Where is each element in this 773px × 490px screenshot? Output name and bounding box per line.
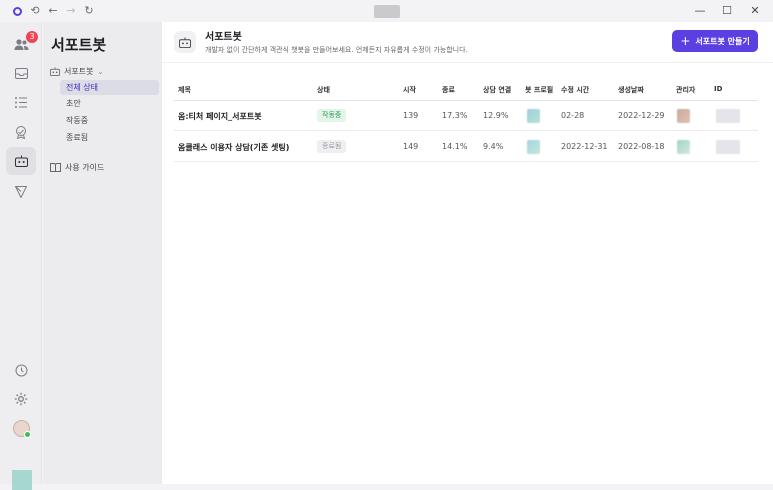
bot-profile-image [527, 109, 540, 123]
workspace-avatar[interactable] [12, 470, 32, 490]
column-header-id[interactable]: ID [714, 85, 722, 93]
header-divider [162, 62, 773, 63]
row-end: 17.3% [442, 111, 468, 120]
app-logo-icon [9, 3, 25, 19]
row-modified: 02-28 [561, 111, 585, 120]
guide-label: 사용 가이드 [65, 163, 105, 172]
row-connect: 12.9% [483, 111, 509, 120]
main-panel: 서포트봇 개발자 없이 간단하게 객관식 챗봇을 만들어보세요. 언제든지 자유… [162, 22, 773, 484]
badge-icon[interactable] [6, 118, 36, 146]
table-row[interactable]: 옴클래스 이용자 상담(기존 셋팅) 종료됨 149 14.1% 9.4% 20… [174, 132, 758, 162]
sidebar-item-all-status[interactable]: 전체 상태 [60, 80, 159, 95]
column-header-end[interactable]: 종료 [442, 85, 455, 95]
row-created: 2022-08-18 [618, 142, 665, 151]
page-description: 개발자 없이 간단하게 객관식 챗봇을 만들어보세요. 언제든지 자유롭게 수정… [205, 46, 468, 54]
online-status-dot [24, 431, 31, 438]
plus-icon: + [680, 34, 691, 48]
sidebar-title: 서포트봇 [51, 36, 107, 54]
app-window: ⟲ ← → ↻ — ☐ ✕ 3 서포트봇 서포트봇 ⌄ 전체 상태 초안 작동중… [0, 0, 773, 490]
sidebar-item-guide[interactable]: 사용 가이드 [50, 162, 104, 173]
table-row[interactable]: 옴:티처 페이지_서포트봇 작동중 139 17.3% 12.9% 02-28 … [174, 101, 758, 131]
settings-gear-icon[interactable] [6, 385, 36, 413]
column-header-modified[interactable]: 수정 시간 [561, 85, 589, 95]
column-header-manager[interactable]: 관리자 [676, 85, 695, 95]
sidebar-group-supportbot[interactable]: 서포트봇 ⌄ [50, 66, 103, 77]
title-bar: ⟲ ← → ↻ — ☐ ✕ [0, 0, 773, 22]
column-header-title[interactable]: 제목 [178, 85, 191, 95]
row-start: 149 [403, 142, 419, 151]
notification-badge: 3 [26, 31, 38, 43]
close-button[interactable]: ✕ [744, 2, 766, 20]
column-header-bot-profile[interactable]: 봇 프로필 [525, 85, 553, 95]
back-arrow-icon[interactable]: ← [45, 3, 61, 19]
manager-avatar [677, 109, 690, 123]
maximize-button[interactable]: ☐ [716, 2, 738, 20]
row-end: 14.1% [442, 142, 468, 151]
bot-profile-image [527, 140, 540, 154]
row-id-redacted [716, 109, 740, 123]
create-button-label: 서포트봇 만들기 [695, 36, 750, 46]
create-supportbot-button[interactable]: + 서포트봇 만들기 [672, 30, 758, 52]
send-icon[interactable] [6, 178, 36, 206]
row-modified: 2022-12-31 [561, 142, 608, 151]
minimize-button[interactable]: — [689, 2, 711, 20]
book-icon [50, 163, 61, 172]
column-header-connect[interactable]: 상담 연결 [483, 85, 511, 95]
history-clock-icon[interactable] [6, 356, 36, 384]
user-avatar[interactable] [13, 420, 31, 438]
sidebar-item-running[interactable]: 작동중 [60, 113, 159, 128]
column-header-created[interactable]: 생성날짜 [618, 85, 644, 95]
inbox-icon[interactable] [6, 59, 36, 87]
row-connect: 9.4% [483, 142, 504, 151]
manager-avatar [677, 140, 690, 154]
column-header-status[interactable]: 상태 [317, 85, 330, 95]
status-badge: 작동중 [317, 109, 347, 122]
row-start: 139 [403, 111, 419, 120]
list-icon[interactable] [6, 88, 36, 116]
history-icon[interactable]: ⟲ [27, 3, 43, 19]
window-title-placeholder [374, 5, 400, 18]
secondary-sidebar: 서포트봇 서포트봇 ⌄ 전체 상태 초안 작동중 종료됨 사용 가이드 [43, 22, 162, 484]
icon-rail: 3 [0, 22, 42, 490]
people-icon[interactable]: 3 [6, 30, 38, 58]
bot-icon [50, 67, 60, 76]
bot-icon[interactable] [6, 147, 36, 175]
sidebar-item-draft[interactable]: 초안 [60, 96, 159, 111]
row-created: 2022-12-29 [618, 111, 665, 120]
row-title[interactable]: 옴:티처 페이지_서포트봇 [178, 111, 262, 122]
chevron-down-icon: ⌄ [97, 67, 104, 76]
page-title: 서포트봇 [205, 32, 242, 43]
column-header-start[interactable]: 시작 [403, 85, 416, 95]
sidebar-item-ended[interactable]: 종료됨 [60, 130, 159, 145]
row-id-redacted [716, 140, 740, 154]
reload-icon[interactable]: ↻ [81, 3, 97, 19]
row-title[interactable]: 옴클래스 이용자 상담(기존 셋팅) [178, 142, 289, 153]
forward-arrow-icon[interactable]: → [63, 3, 79, 19]
sidebar-group-label: 서포트봇 [64, 67, 94, 76]
bot-icon [174, 31, 196, 53]
status-badge: 종료됨 [317, 140, 347, 153]
